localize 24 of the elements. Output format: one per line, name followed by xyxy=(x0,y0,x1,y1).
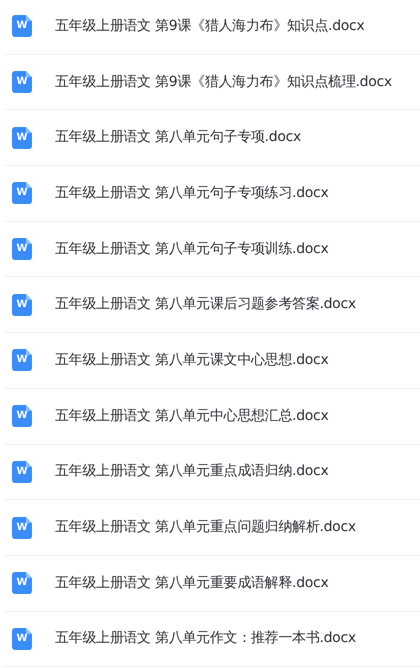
document-icon: W xyxy=(12,405,32,428)
document-icon: W xyxy=(12,182,32,204)
document-icon: W xyxy=(12,71,32,94)
document-icon: W xyxy=(12,294,32,316)
file-name[interactable]: 五年级上册语文 第八单元作文：推荐一本书.docx xyxy=(55,628,356,650)
file-name[interactable]: 五年级上册语文 第9课《猎人海力布》知识点.docx xyxy=(55,16,364,37)
document-icon: W xyxy=(12,238,32,260)
document-icon: W xyxy=(12,516,32,539)
file-name[interactable]: 五年级上册语文 第八单元重要成语解释.docx xyxy=(55,572,328,594)
document-icon: W xyxy=(12,126,32,149)
file-name[interactable]: 五年级上册语文 第9课《猎人海力布》知识点梳理.docx xyxy=(55,72,392,93)
file-name[interactable]: 五年级上册语文 第八单元课后习题参考答案.docx xyxy=(55,294,356,316)
document-icon: W xyxy=(12,628,32,650)
document-icon: W xyxy=(12,460,32,483)
document-icon: W xyxy=(12,349,32,372)
document-icon: W xyxy=(12,572,32,594)
file-name[interactable]: 五年级上册语文 第八单元中心思想汇总.docx xyxy=(55,406,328,427)
file-name[interactable]: 五年级上册语文 第八单元重点成语归纳.docx xyxy=(55,461,328,482)
file-name[interactable]: 五年级上册语文 第八单元课文中心思想.docx xyxy=(55,350,328,371)
file-name[interactable]: 五年级上册语文 第八单元句子专项.docx xyxy=(55,127,302,148)
document-icon: W xyxy=(12,15,32,38)
file-name[interactable]: 五年级上册语文 第八单元重点问题归纳解析.docx xyxy=(55,517,356,538)
file-name[interactable]: 五年级上册语文 第八单元句子专项训练.docx xyxy=(55,238,328,260)
file-name[interactable]: 五年级上册语文 第八单元句子专项练习.docx xyxy=(55,182,328,204)
